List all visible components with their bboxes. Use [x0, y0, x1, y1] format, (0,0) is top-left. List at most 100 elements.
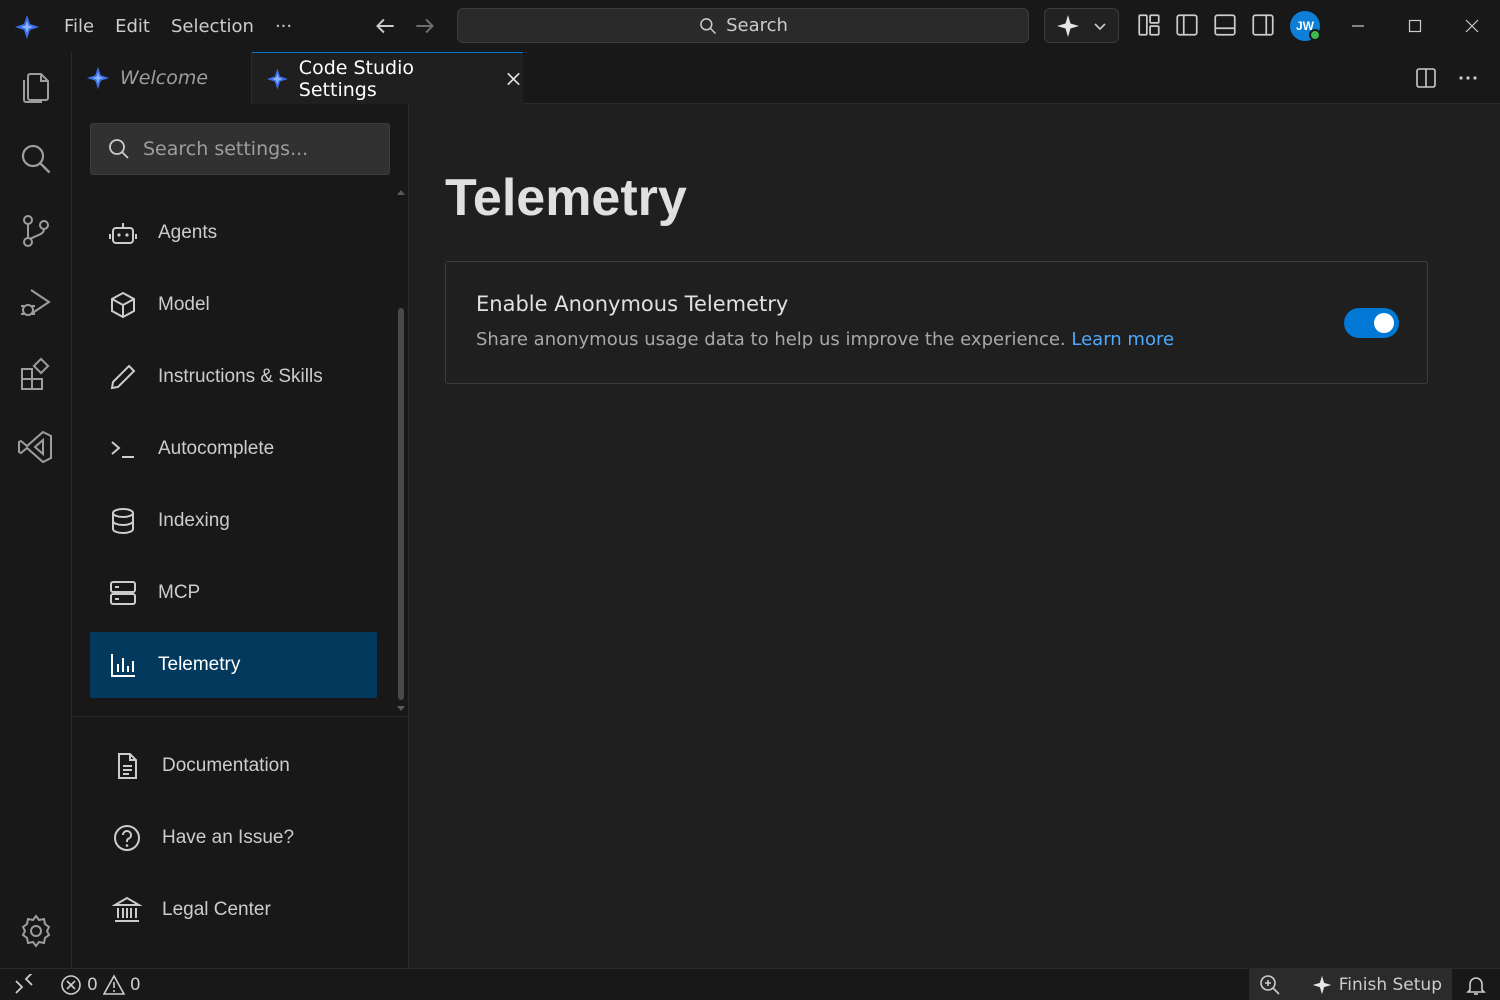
- menu-file[interactable]: File: [64, 16, 94, 37]
- search-label: Search: [726, 15, 788, 36]
- more-actions-icon[interactable]: [1456, 66, 1480, 90]
- nav-item-model[interactable]: Model: [90, 272, 377, 338]
- manage-button[interactable]: [17, 912, 55, 950]
- visual-studio-icon: [18, 430, 52, 464]
- close-window-button[interactable]: [1443, 0, 1500, 52]
- back-arrow-icon[interactable]: [372, 13, 398, 39]
- search-view-button[interactable]: [17, 140, 55, 178]
- tab-welcome[interactable]: Welcome: [72, 52, 252, 104]
- source-control-button[interactable]: [17, 212, 55, 250]
- status-bar-right: Finish Setup: [1248, 969, 1500, 1000]
- nav-item-instructions-skills[interactable]: Instructions & Skills: [90, 344, 377, 410]
- error-count: 0: [87, 975, 98, 995]
- chevron-down-icon: [1094, 22, 1106, 30]
- run-debug-button[interactable]: [17, 284, 55, 322]
- tab-label: Welcome: [120, 67, 209, 89]
- search-icon: [109, 139, 129, 159]
- gear-icon: [21, 914, 51, 948]
- window-controls: [1329, 0, 1500, 52]
- notifications-button[interactable]: [1452, 969, 1500, 1000]
- extensions-button[interactable]: [17, 356, 55, 394]
- nav-item-indexing[interactable]: Indexing: [90, 488, 377, 554]
- menu-edit[interactable]: Edit: [115, 16, 150, 37]
- setting-description-text: Share anonymous usage data to help us im…: [476, 329, 1066, 350]
- page-title: Telemetry: [445, 169, 687, 227]
- customize-layout-icon[interactable]: [1136, 12, 1162, 38]
- forward-arrow-icon[interactable]: [412, 13, 438, 39]
- document-icon: [118, 753, 137, 779]
- sparkle-icon: [1312, 975, 1332, 995]
- scroll-up-arrow[interactable]: [397, 190, 405, 195]
- explorer-button[interactable]: [17, 68, 55, 106]
- nav-item-label: Autocomplete: [158, 438, 275, 459]
- settings-search-input[interactable]: [143, 138, 373, 160]
- zoom-icon[interactable]: [1259, 974, 1281, 996]
- nav-item-label: Telemetry: [158, 654, 241, 675]
- robot-icon: [109, 223, 137, 244]
- online-status-dot: [1309, 29, 1321, 41]
- warning-count: 0: [129, 975, 141, 995]
- search-icon: [21, 144, 51, 174]
- toggle-primary-sidebar-icon[interactable]: [1174, 12, 1200, 38]
- minimize-icon: [1351, 25, 1364, 27]
- cube-icon: [111, 291, 135, 319]
- title-bar: File Edit Selection ··· Search JW: [0, 0, 1500, 52]
- legal-center-link[interactable]: Legal Center: [112, 885, 271, 935]
- bell-icon: [1466, 977, 1486, 995]
- remote-icon: [15, 974, 33, 994]
- documentation-link[interactable]: Documentation: [112, 741, 290, 791]
- split-editor-icon[interactable]: [1414, 66, 1438, 90]
- layout-controls: [1136, 12, 1276, 38]
- nav-item-label: Model: [158, 294, 210, 315]
- sparkle-icon: [1057, 14, 1079, 37]
- nav-item-telemetry[interactable]: Telemetry: [90, 632, 377, 698]
- editor-tab-bar: Welcome Code Studio Settings: [72, 52, 1500, 105]
- menu-more[interactable]: ···: [275, 16, 292, 37]
- telemetry-setting-card: Enable Anonymous Telemetry Share anonymo…: [445, 261, 1428, 384]
- status-bar: 0 0 Finish Setup: [0, 968, 1500, 1000]
- finish-setup-button[interactable]: Finish Setup: [1311, 974, 1442, 996]
- toggle-secondary-sidebar-icon[interactable]: [1250, 12, 1276, 38]
- command-search-box[interactable]: Search: [457, 8, 1029, 43]
- maximize-button[interactable]: [1386, 0, 1443, 52]
- question-icon: [114, 825, 140, 851]
- scroll-down-arrow[interactable]: [397, 706, 405, 711]
- visual-studio-button[interactable]: [17, 428, 55, 466]
- toggle-panel-icon[interactable]: [1212, 12, 1238, 38]
- tab-code-studio-settings[interactable]: Code Studio Settings: [252, 52, 523, 105]
- close-icon: [1465, 19, 1478, 33]
- setting-title: Enable Anonymous Telemetry: [476, 292, 789, 316]
- nav-item-label: Indexing: [158, 510, 230, 531]
- app-logo-icon: [266, 68, 288, 90]
- minimize-button[interactable]: [1329, 0, 1386, 52]
- sidebar-scrollbar[interactable]: [398, 308, 404, 700]
- learn-more-link[interactable]: Learn more: [1071, 329, 1174, 350]
- finish-setup-label: Finish Setup: [1338, 975, 1442, 995]
- footer-item-label: Have an Issue?: [162, 827, 295, 848]
- menu-selection[interactable]: Selection: [171, 16, 254, 37]
- assistant-menu-button[interactable]: [1044, 8, 1119, 43]
- close-tab-icon[interactable]: [504, 69, 523, 89]
- footer-item-label: Documentation: [162, 755, 290, 776]
- files-icon: [23, 73, 49, 103]
- nav-item-label: MCP: [158, 582, 201, 603]
- navigation-arrows: [372, 13, 438, 39]
- app-logo-icon: [86, 66, 110, 90]
- problems-indicator[interactable]: 0 0: [60, 969, 141, 1000]
- remote-indicator[interactable]: [0, 969, 48, 1000]
- have-an-issue-link[interactable]: Have an Issue?: [112, 813, 294, 863]
- sidebar-divider: [72, 716, 409, 717]
- nav-item-mcp[interactable]: MCP: [90, 560, 377, 626]
- footer-item-label: Legal Center: [162, 899, 271, 920]
- telemetry-toggle[interactable]: [1344, 308, 1399, 338]
- source-control-icon: [23, 215, 49, 247]
- app-logo-icon[interactable]: [14, 14, 40, 40]
- nav-item-autocomplete[interactable]: Autocomplete: [90, 416, 377, 482]
- maximize-icon: [1408, 19, 1421, 33]
- nav-item-agents[interactable]: Agents: [90, 200, 377, 266]
- nav-item-label: Instructions & Skills: [158, 366, 323, 387]
- settings-sidebar: Agents Model Instructions & Skills Autoc…: [72, 104, 409, 968]
- error-icon: [61, 975, 81, 995]
- settings-content: Telemetry Enable Anonymous Telemetry Sha…: [409, 104, 1500, 968]
- bank-icon: [112, 896, 142, 922]
